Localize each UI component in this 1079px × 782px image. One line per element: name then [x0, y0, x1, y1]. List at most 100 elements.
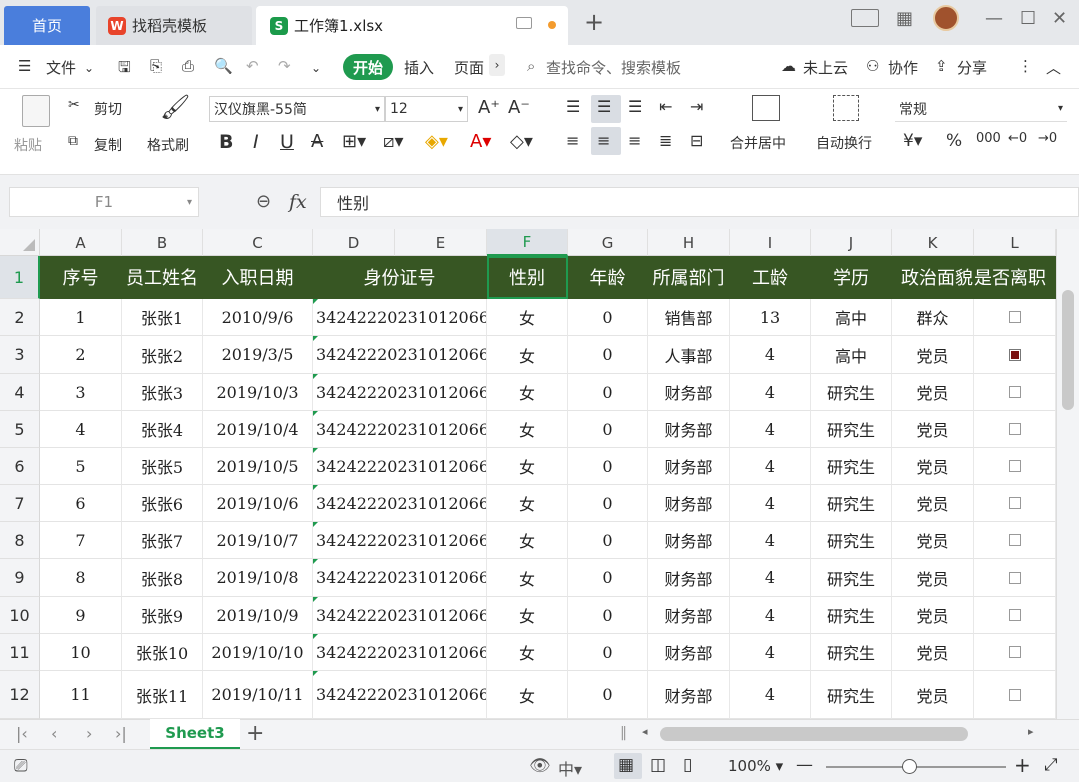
data-cell[interactable]: 高中	[811, 299, 892, 336]
first-sheet-icon[interactable]: |‹	[16, 724, 28, 743]
data-cell[interactable]: 党员	[892, 597, 974, 634]
data-cell[interactable]: 研究生	[811, 448, 892, 485]
print-preview-icon[interactable]: 🔍	[214, 57, 233, 75]
header-cell[interactable]: 序号	[40, 256, 122, 299]
data-cell[interactable]: 2019/10/5	[203, 448, 313, 485]
input-mode-button[interactable]: 中▾	[558, 756, 582, 780]
data-cell[interactable]: 0	[568, 448, 648, 485]
data-cell[interactable]: 党员	[892, 485, 974, 522]
data-cell[interactable]: 11	[40, 671, 122, 719]
data-cell[interactable]: 2019/10/6	[203, 485, 313, 522]
checkbox-cell[interactable]	[974, 336, 1056, 374]
copy-icon[interactable]: ⧉	[68, 133, 78, 149]
data-cell[interactable]: 女	[487, 485, 568, 522]
wrap-text-icon[interactable]	[833, 95, 859, 121]
column-header-b[interactable]: B	[122, 229, 203, 256]
data-cell[interactable]: 群众	[892, 299, 974, 336]
horizontal-scroll-thumb[interactable]	[660, 727, 968, 741]
font-size-select[interactable]: 12 ▾	[385, 96, 468, 122]
checkbox-cell[interactable]	[974, 299, 1056, 336]
data-cell[interactable]: 党员	[892, 336, 974, 374]
data-cell[interactable]: 张张8	[122, 559, 203, 597]
data-cell[interactable]: 研究生	[811, 559, 892, 597]
more-icon[interactable]: ⋮	[1018, 57, 1033, 75]
data-cell[interactable]: 342422202310120660	[313, 671, 487, 719]
new-tab-button[interactable]: +	[584, 8, 604, 36]
checkbox-cell[interactable]	[974, 522, 1056, 559]
data-cell[interactable]: 财务部	[648, 448, 730, 485]
zoom-out-icon[interactable]: —	[796, 755, 813, 775]
menu-insert[interactable]: 插入	[404, 57, 434, 78]
column-header-i[interactable]: I	[730, 229, 811, 256]
data-cell[interactable]: 研究生	[811, 597, 892, 634]
row-header-5[interactable]: 5	[0, 411, 40, 448]
data-cell[interactable]: 财务部	[648, 522, 730, 559]
minimize-icon[interactable]: —	[985, 8, 1003, 29]
data-cell[interactable]: 销售部	[648, 299, 730, 336]
menu-scroll-right-icon[interactable]: ›	[489, 54, 505, 76]
collapse-ribbon-icon[interactable]: ︿	[1046, 57, 1061, 78]
zoom-in-icon[interactable]: +	[1014, 753, 1031, 777]
row-header-3[interactable]: 3	[0, 336, 40, 374]
select-all-corner[interactable]	[0, 229, 40, 256]
header-cell[interactable]: 入职日期	[203, 256, 313, 299]
font-color-icon[interactable]: A▾	[470, 131, 491, 152]
header-cell[interactable]: 是否离职	[974, 256, 1056, 299]
data-cell[interactable]: 党员	[892, 411, 974, 448]
data-cell[interactable]: 财务部	[648, 411, 730, 448]
data-cell[interactable]: 2010/9/6	[203, 299, 313, 336]
data-cell[interactable]: 张张4	[122, 411, 203, 448]
underline-icon[interactable]: U	[280, 131, 294, 153]
decrease-font-icon[interactable]: A⁻	[508, 97, 530, 118]
data-cell[interactable]: 8	[40, 559, 122, 597]
checkbox[interactable]	[1008, 534, 1021, 546]
data-cell[interactable]: 4	[730, 411, 811, 448]
checkbox[interactable]	[1008, 571, 1021, 584]
header-cell[interactable]: 所属部门	[648, 256, 730, 299]
data-cell[interactable]: 342422202310120660	[313, 448, 487, 485]
cell-style-icon[interactable]: ⧄▾	[383, 131, 403, 152]
tab-home[interactable]: 首页	[4, 6, 90, 45]
data-cell[interactable]: 张张11	[122, 671, 203, 719]
data-cell[interactable]: 4	[730, 559, 811, 597]
data-cell[interactable]: 0	[568, 336, 648, 374]
layout-icon[interactable]	[851, 9, 879, 27]
thousands-icon[interactable]: 000	[976, 131, 1001, 146]
data-cell[interactable]: 10	[40, 634, 122, 671]
prev-sheet-icon[interactable]: ‹	[51, 724, 57, 743]
hamburger-icon[interactable]: ☰	[18, 57, 31, 75]
data-cell[interactable]: 4	[730, 374, 811, 411]
data-cell[interactable]: 党员	[892, 522, 974, 559]
zoom-select[interactable]: 100% ▾	[728, 757, 783, 775]
data-cell[interactable]: 女	[487, 634, 568, 671]
data-cell[interactable]: 女	[487, 522, 568, 559]
monitor-icon[interactable]	[516, 17, 532, 29]
data-cell[interactable]: 研究生	[811, 374, 892, 411]
row-header-9[interactable]: 9	[0, 559, 40, 597]
column-header-c[interactable]: C	[203, 229, 313, 256]
data-cell[interactable]: 4	[730, 336, 811, 374]
checkbox-cell[interactable]	[974, 448, 1056, 485]
data-cell[interactable]: 党员	[892, 634, 974, 671]
data-cell[interactable]: 张张10	[122, 634, 203, 671]
header-cell[interactable]: 学历	[811, 256, 892, 299]
percent-icon[interactable]: %	[946, 131, 962, 151]
fx-icon[interactable]: fx	[289, 191, 307, 213]
clear-format-icon[interactable]: ◇▾	[510, 131, 533, 152]
column-header-d[interactable]: D	[313, 229, 395, 256]
number-format-select[interactable]: 常规 ▾	[895, 96, 1067, 122]
checkbox-cell[interactable]	[974, 485, 1056, 522]
data-cell[interactable]: 2019/10/9	[203, 597, 313, 634]
column-header-h[interactable]: H	[648, 229, 730, 256]
checkbox-cell[interactable]	[974, 671, 1056, 719]
strikethrough-icon[interactable]: A	[311, 131, 323, 152]
align-center-icon[interactable]: ≡	[597, 131, 610, 150]
data-cell[interactable]: 3	[40, 374, 122, 411]
cut-button[interactable]: 剪切	[94, 99, 122, 119]
data-cell[interactable]: 2019/10/8	[203, 559, 313, 597]
data-cell[interactable]: 0	[568, 299, 648, 336]
align-right-icon[interactable]: ≡	[628, 131, 641, 150]
tab-workbook[interactable]: S 工作簿1.xlsx	[256, 6, 568, 45]
indent-decrease-icon[interactable]: ⇤	[659, 97, 672, 116]
row-header-1[interactable]: 1	[0, 256, 40, 299]
